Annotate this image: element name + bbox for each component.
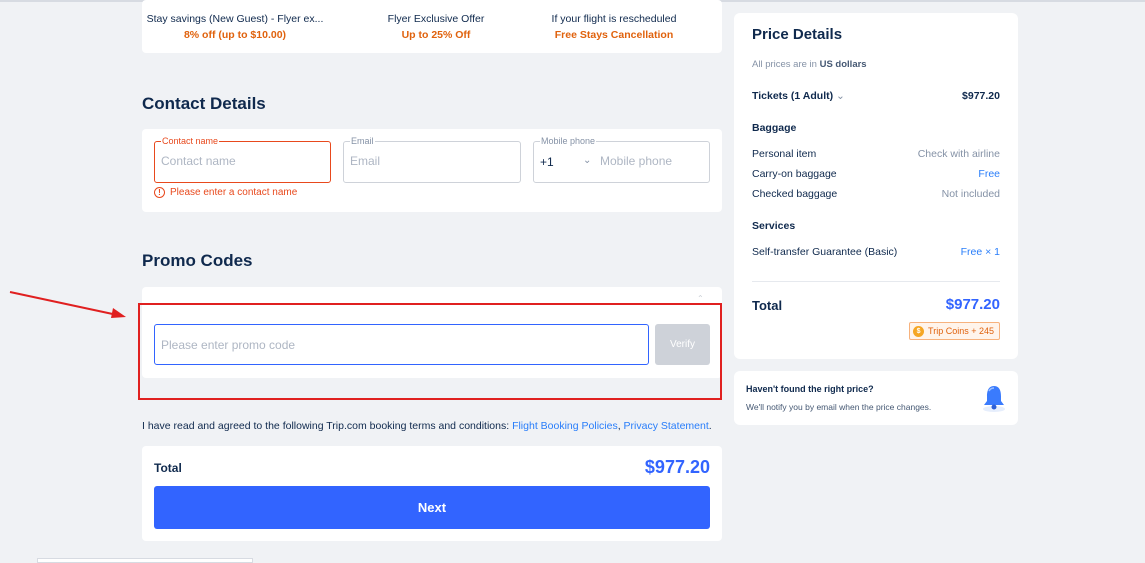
baggage-value: Not included xyxy=(941,188,1000,200)
perk-subtitle: 8% off (up to $10.00) xyxy=(183,29,287,41)
services-heading: Services xyxy=(752,220,796,232)
perk-title: If your flight is rescheduled xyxy=(551,13,677,25)
perk-stay-savings: Stay savings (New Guest) - Flyer ex... 8… xyxy=(145,13,325,41)
baggage-row: Personal item Check with airline xyxy=(752,148,1000,160)
footer-total-value: $977.20 xyxy=(644,457,710,477)
bell-icon xyxy=(983,386,1005,412)
promo-codes-title: Promo Codes xyxy=(142,251,253,270)
perk-title: Stay savings (New Guest) - Flyer ex... xyxy=(146,13,324,25)
price-alert-subtitle: We'll notify you by email when the price… xyxy=(746,402,932,412)
mobile-phone-input[interactable] xyxy=(600,154,700,168)
terms-text: I have read and agreed to the following … xyxy=(142,420,712,432)
trip-coins-text: Trip Coins + 245 xyxy=(928,326,994,336)
mobile-phone-label: Mobile phone xyxy=(540,135,597,147)
country-code-select[interactable]: +1 xyxy=(540,155,554,169)
service-row: Self-transfer Guarantee (Basic) Free × 1 xyxy=(752,246,1000,258)
baggage-label: Checked baggage xyxy=(752,188,838,200)
trip-coins-badge: $ Trip Coins + 245 xyxy=(909,322,1000,340)
price-details-title: Price Details xyxy=(752,26,843,43)
tickets-row[interactable]: Tickets (1 Adult) ⌄ $977.20 xyxy=(752,90,1000,102)
next-button[interactable]: Next xyxy=(154,486,710,529)
contact-name-field[interactable]: Contact name xyxy=(154,135,331,183)
baggage-value: Free xyxy=(978,168,1000,180)
email-field[interactable]: Email xyxy=(343,135,521,183)
perk-subtitle: Up to 25% Off xyxy=(401,29,471,41)
error-text: Please enter a contact name xyxy=(170,187,298,198)
service-value: Free × 1 xyxy=(960,246,1000,258)
terms-end: . xyxy=(708,420,712,432)
perks-card: Stay savings (New Guest) - Flyer ex... 8… xyxy=(142,0,722,53)
perk-title: Flyer Exclusive Offer xyxy=(387,13,485,25)
baggage-row: Checked baggage Not included xyxy=(752,188,1000,200)
error-icon: ! xyxy=(154,187,165,198)
contact-details-card: Contact name Email Mobile phone +1 ⌄ ! P… xyxy=(142,129,722,212)
price-total-value: $977.20 xyxy=(945,296,1000,313)
baggage-label: Carry-on baggage xyxy=(752,168,837,180)
collapse-icon[interactable]: ⌃ xyxy=(697,294,704,303)
currency-note: All prices are in US dollars xyxy=(752,59,867,70)
contact-name-label: Contact name xyxy=(161,135,220,147)
bottom-panel-edge xyxy=(37,558,253,563)
chevron-down-icon[interactable]: ⌄ xyxy=(583,155,591,166)
perk-flyer-exclusive: Flyer Exclusive Offer Up to 25% Off xyxy=(346,13,526,41)
tickets-label-wrap: Tickets (1 Adult) ⌄ xyxy=(752,90,845,102)
baggage-heading: Baggage xyxy=(752,122,797,134)
contact-name-input[interactable] xyxy=(161,154,321,168)
mobile-phone-field[interactable]: Mobile phone +1 ⌄ xyxy=(533,135,710,183)
perk-subtitle: Free Stays Cancellation xyxy=(554,29,674,41)
checkout-footer: Total $977.20 Next xyxy=(142,446,722,541)
highlight-box xyxy=(138,303,722,400)
tickets-value: $977.20 xyxy=(962,90,1000,102)
contact-details-title: Contact Details xyxy=(142,94,266,113)
flight-booking-policies-link[interactable]: Flight Booking Policies xyxy=(512,420,618,432)
divider xyxy=(752,281,1000,282)
price-alert-card[interactable]: Haven't found the right price? We'll not… xyxy=(734,371,1018,425)
tickets-label: Tickets (1 Adult) xyxy=(752,90,834,102)
price-total-label: Total xyxy=(752,298,783,313)
email-input[interactable] xyxy=(350,154,510,168)
currency-prefix: All prices are in xyxy=(752,59,820,70)
annotation-arrow-icon xyxy=(9,291,126,318)
privacy-statement-link[interactable]: Privacy Statement xyxy=(624,420,709,432)
chevron-down-icon[interactable]: ⌄ xyxy=(836,90,845,102)
terms-statement: I have read and agreed to the following … xyxy=(142,420,513,432)
price-details-card: Price Details All prices are in US dolla… xyxy=(734,13,1018,359)
coin-icon: $ xyxy=(913,325,925,337)
baggage-value: Check with airline xyxy=(917,148,1000,160)
contact-name-error: ! Please enter a contact name xyxy=(154,187,297,198)
email-label: Email xyxy=(350,135,375,147)
perk-rescheduled: If your flight is rescheduled Free Stays… xyxy=(524,13,704,41)
baggage-row: Carry-on baggage Free xyxy=(752,168,1000,180)
price-alert-title: Haven't found the right price? xyxy=(746,384,874,394)
service-label: Self-transfer Guarantee (Basic) xyxy=(752,246,898,258)
currency-name: US dollars xyxy=(819,59,867,70)
baggage-label: Personal item xyxy=(752,148,817,160)
footer-total-label: Total xyxy=(154,461,182,475)
